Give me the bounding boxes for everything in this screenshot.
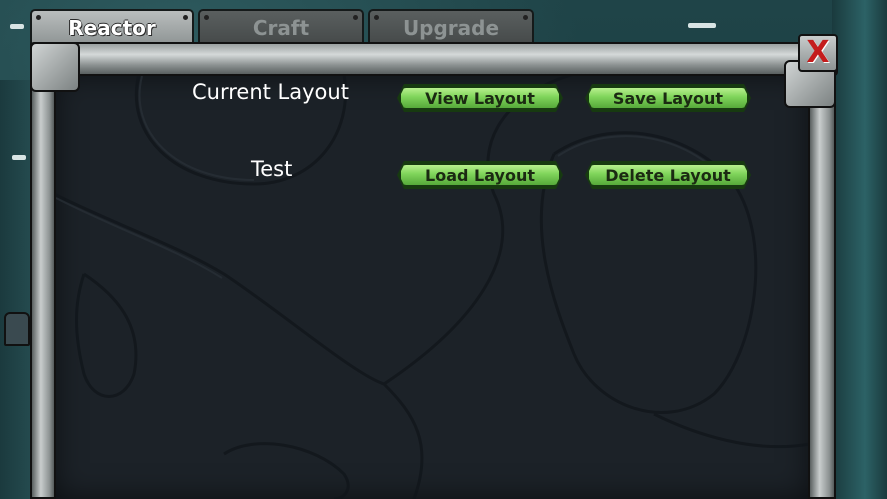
tab-label: Reactor bbox=[68, 16, 156, 40]
rivet-icon bbox=[523, 15, 528, 20]
tab-label: Upgrade bbox=[402, 16, 500, 40]
tab-craft[interactable]: Craft bbox=[198, 9, 364, 45]
layout-panel: Current Layout View Layout Save Layout T… bbox=[54, 74, 810, 499]
tab-upgrade[interactable]: Upgrade bbox=[368, 9, 534, 45]
background-light bbox=[10, 24, 24, 29]
window-frame-right bbox=[808, 60, 836, 499]
close-icon: X bbox=[806, 35, 830, 70]
layout-name-current: Current Layout bbox=[192, 80, 349, 104]
background-light bbox=[688, 23, 716, 28]
view-layout-button[interactable]: View Layout bbox=[399, 86, 561, 110]
load-layout-button[interactable]: Load Layout bbox=[399, 163, 561, 187]
panel-rock-texture bbox=[54, 74, 810, 499]
window-frame-left bbox=[30, 60, 56, 499]
save-layout-button[interactable]: Save Layout bbox=[587, 86, 749, 110]
background-droid bbox=[4, 312, 30, 346]
tab-reactor[interactable]: Reactor bbox=[30, 9, 194, 45]
background-wall bbox=[0, 80, 30, 499]
rivet-icon bbox=[183, 15, 188, 20]
background-light bbox=[12, 155, 26, 160]
window-frame-top bbox=[30, 42, 838, 76]
rivet-icon bbox=[374, 15, 379, 20]
delete-layout-button[interactable]: Delete Layout bbox=[587, 163, 749, 187]
layout-name-test: Test bbox=[251, 157, 293, 181]
close-button[interactable]: X bbox=[798, 34, 838, 72]
rivet-icon bbox=[353, 15, 358, 20]
rivet-icon bbox=[204, 15, 209, 20]
tab-label: Craft bbox=[252, 16, 310, 40]
background-pillar bbox=[832, 0, 887, 499]
rivet-icon bbox=[36, 15, 41, 20]
window-frame-corner bbox=[30, 42, 80, 92]
